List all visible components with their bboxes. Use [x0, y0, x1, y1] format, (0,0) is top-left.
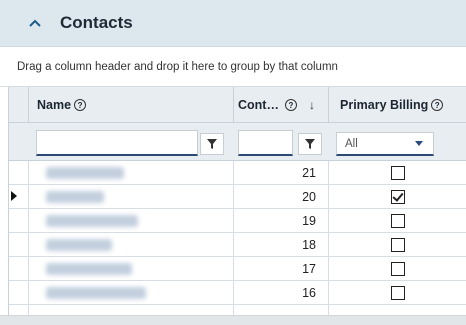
table-row[interactable]: 18 — [9, 233, 466, 257]
column-header-primary-billing-label: Primary Billing — [340, 98, 429, 112]
count-filter-button[interactable] — [298, 133, 322, 155]
horizontal-scrollbar[interactable] — [0, 315, 466, 325]
contacts-grid: Name ? Cont… ? ↓ Primary Billing ? All 2… — [8, 87, 466, 315]
column-header-count-label: Cont… — [238, 98, 279, 112]
table-row-current[interactable]: 20 — [9, 185, 466, 209]
count-cell: 18 — [234, 233, 329, 256]
row-indicator-cell — [9, 209, 29, 232]
primary-billing-cell[interactable] — [329, 233, 466, 256]
primary-billing-cell[interactable] — [329, 257, 466, 280]
table-row-partial[interactable] — [9, 305, 466, 315]
row-indicator-cell — [9, 161, 29, 184]
blurred-name — [46, 214, 138, 227]
group-by-hint-text: Drag a column header and drop it here to… — [17, 60, 338, 73]
primary-billing-cell[interactable] — [329, 209, 466, 232]
count-cell: 17 — [234, 257, 329, 280]
primary-billing-checkbox[interactable] — [390, 285, 405, 300]
primary-billing-cell[interactable] — [329, 281, 466, 304]
grid-filter-row: All — [9, 123, 466, 161]
row-indicator-cell — [9, 305, 29, 315]
blurred-name — [46, 262, 132, 275]
funnel-icon — [305, 139, 315, 149]
count-cell: 21 — [234, 161, 329, 184]
primary-billing-checkbox[interactable] — [390, 213, 405, 228]
blurred-name — [46, 166, 124, 179]
help-icon[interactable]: ? — [74, 99, 87, 111]
group-by-drop-zone[interactable]: Drag a column header and drop it here to… — [0, 47, 466, 87]
count-cell: 19 — [234, 209, 329, 232]
name-cell[interactable] — [29, 257, 234, 280]
primary-billing-cell[interactable] — [329, 185, 466, 208]
column-header-primary-billing[interactable]: Primary Billing ? — [329, 87, 466, 123]
primary-billing-filter-value: All — [345, 137, 358, 150]
table-row[interactable]: 19 — [9, 209, 466, 233]
column-header-name-label: Name — [37, 98, 72, 112]
help-icon[interactable]: ? — [284, 99, 297, 111]
blurred-name — [46, 286, 146, 299]
name-filter-input[interactable] — [36, 130, 198, 156]
primary-billing-cell[interactable] — [329, 305, 466, 315]
row-indicator-cell — [9, 281, 29, 304]
name-filter-button[interactable] — [200, 133, 224, 155]
row-indicator-cell — [9, 233, 29, 256]
funnel-icon — [207, 139, 217, 149]
primary-billing-checkbox-checked[interactable] — [390, 189, 405, 204]
primary-billing-filter-select[interactable]: All — [336, 132, 434, 156]
name-cell[interactable] — [29, 233, 234, 256]
count-cell — [234, 305, 329, 315]
blurred-name — [46, 238, 112, 251]
name-cell[interactable] — [29, 161, 234, 184]
primary-billing-cell[interactable] — [329, 161, 466, 184]
row-indicator-header — [9, 87, 29, 123]
table-row[interactable]: 17 — [9, 257, 466, 281]
grid-header-row: Name ? Cont… ? ↓ Primary Billing ? — [9, 87, 466, 123]
count-cell: 20 — [234, 185, 329, 208]
panel-title: Contacts — [60, 13, 133, 32]
table-row[interactable]: 16 — [9, 281, 466, 305]
blurred-name — [46, 190, 104, 203]
table-row[interactable]: 21 — [9, 161, 466, 185]
help-icon[interactable]: ? — [431, 99, 444, 111]
chevron-up-icon[interactable] — [28, 16, 42, 30]
caret-down-icon — [415, 141, 423, 146]
name-cell[interactable] — [29, 209, 234, 232]
name-cell[interactable] — [29, 185, 234, 208]
column-header-name[interactable]: Name ? — [29, 87, 234, 123]
name-cell[interactable] — [29, 305, 234, 315]
row-indicator-cell — [9, 257, 29, 280]
contacts-panel-header[interactable]: Contacts — [0, 0, 466, 47]
triangle-right-icon — [11, 191, 17, 201]
primary-billing-checkbox[interactable] — [390, 165, 405, 180]
count-filter-input[interactable] — [238, 130, 293, 156]
primary-billing-checkbox[interactable] — [390, 237, 405, 252]
primary-billing-checkbox[interactable] — [390, 261, 405, 276]
row-indicator-cell — [9, 185, 29, 208]
column-header-count[interactable]: Cont… ? ↓ — [234, 87, 329, 123]
sort-descending-icon[interactable]: ↓ — [309, 98, 315, 112]
name-cell[interactable] — [29, 281, 234, 304]
count-cell: 16 — [234, 281, 329, 304]
